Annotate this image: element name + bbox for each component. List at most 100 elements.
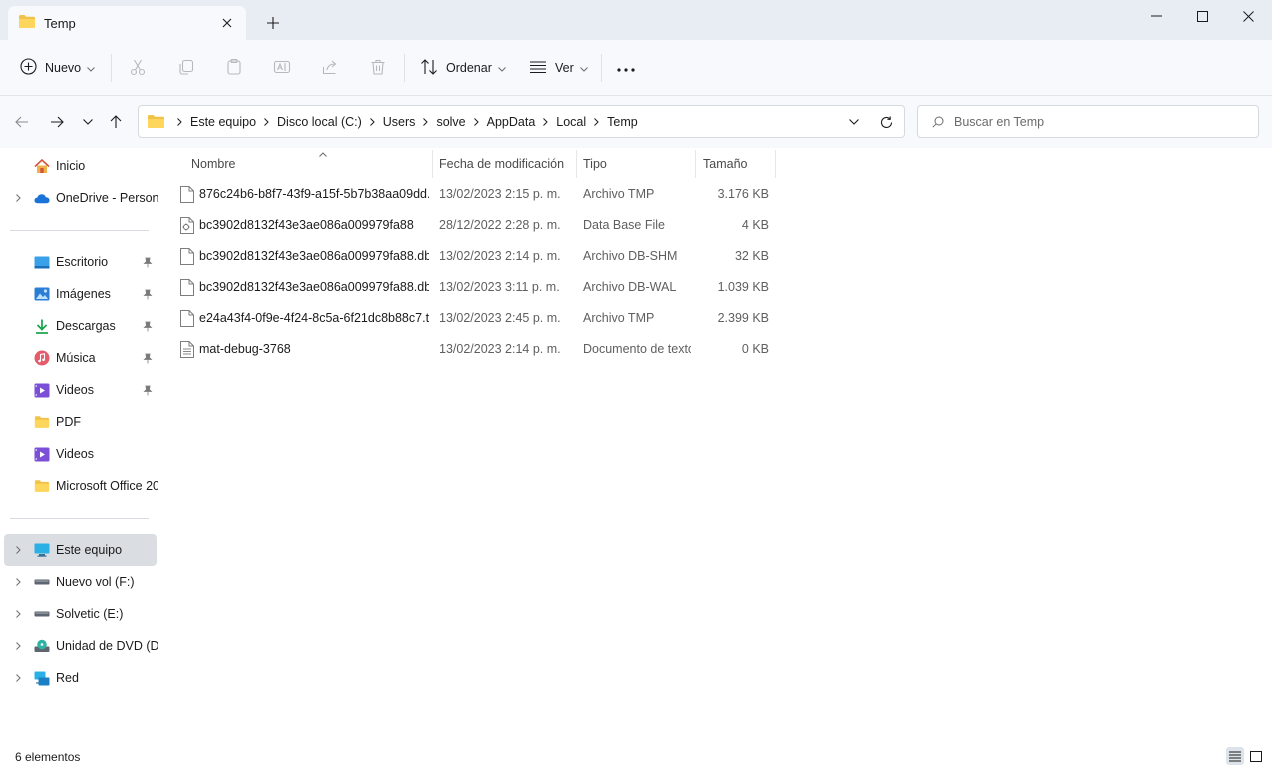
delete-button[interactable] — [369, 53, 387, 83]
minimize-icon[interactable] — [1133, 0, 1179, 32]
dvd-icon — [34, 638, 50, 654]
pin-icon[interactable] — [141, 255, 155, 269]
sidebar-item-musica[interactable]: Música — [4, 342, 157, 374]
sidebar-item-dvd[interactable]: Unidad de DVD (D:) — [4, 630, 158, 662]
sidebar-item-onedrive[interactable]: OneDrive - Personal — [4, 182, 158, 214]
chevron-down-icon — [579, 61, 588, 75]
table-row[interactable]: bc3902d8132f43e3ae086a009979fa88 28/12/2… — [176, 210, 776, 241]
file-date: 13/02/2023 2:15 p. m. — [439, 187, 561, 201]
column-header-date-label: Fecha de modificación — [439, 157, 565, 171]
sidebar-item-escritorio[interactable]: Escritorio — [4, 246, 157, 278]
breadcrumb-este-equipo[interactable]: Este equipo — [190, 115, 256, 129]
view-button[interactable]: Ver — [529, 53, 588, 83]
sidebar-item-microsoft-office[interactable]: Microsoft Office 2019 — [4, 470, 158, 502]
drive-icon — [34, 574, 50, 590]
column-divider[interactable] — [775, 150, 776, 178]
sidebar-item-solvetic[interactable]: Solvetic (E:) — [4, 598, 157, 630]
sidebar-item-descargas[interactable]: Descargas — [4, 310, 157, 342]
table-row[interactable]: e24a43f4-0f9e-4f24-8c5a-6f21dc8b88c7.t..… — [176, 303, 776, 334]
search-box[interactable] — [917, 105, 1259, 138]
sidebar-item-inicio[interactable]: Inicio — [4, 150, 157, 182]
close-tab-icon[interactable] — [218, 14, 236, 32]
column-divider[interactable] — [432, 150, 433, 178]
cut-button[interactable] — [129, 53, 147, 83]
chevron-right-icon — [423, 117, 429, 126]
refresh-icon[interactable] — [876, 112, 896, 132]
sidebar-item-nuevo-vol[interactable]: Nuevo vol (F:) — [4, 566, 157, 598]
paste-button[interactable] — [225, 53, 243, 83]
pin-icon[interactable] — [141, 383, 155, 397]
sidebar-item-imagenes[interactable]: Imágenes — [4, 278, 157, 310]
address-history-chevron-icon[interactable] — [844, 112, 864, 132]
file-type: Documento de texto — [583, 342, 691, 356]
sidebar-item-label: Inicio — [56, 159, 86, 173]
sidebar-item-pdf[interactable]: PDF — [4, 406, 157, 438]
file-size: 3.176 KB — [717, 187, 769, 201]
breadcrumb-solve[interactable]: solve — [436, 115, 465, 129]
file-name: bc3902d8132f43e3ae086a009979fa88.db-... — [199, 280, 429, 294]
music-icon — [34, 350, 50, 366]
sidebar-item-este-equipo[interactable]: Este equipo — [4, 534, 157, 566]
chevron-right-icon[interactable] — [12, 192, 24, 204]
table-row[interactable]: 876c24b6-b8f7-43f9-a15f-5b7b38aa09dd....… — [176, 179, 776, 210]
file-size: 32 KB — [734, 249, 769, 263]
chevron-right-icon[interactable] — [12, 576, 24, 588]
back-arrow-icon[interactable] — [10, 110, 34, 134]
table-row[interactable]: bc3902d8132f43e3ae086a009979fa88.db-... … — [176, 272, 776, 303]
file-name: 876c24b6-b8f7-43f9-a15f-5b7b38aa09dd.... — [199, 187, 429, 201]
chevron-right-icon[interactable] — [12, 608, 24, 620]
scissors-icon — [129, 58, 147, 79]
sidebar-item-label: Unidad de DVD (D:) — [56, 639, 158, 653]
new-button[interactable]: Nuevo — [20, 53, 95, 83]
sidebar-divider — [10, 518, 149, 519]
column-header-date[interactable]: Fecha de modificación — [439, 150, 575, 178]
item-count: 6 elementos — [15, 750, 81, 764]
pin-icon[interactable] — [141, 351, 155, 365]
forward-arrow-icon[interactable] — [45, 110, 69, 134]
table-row[interactable]: mat-debug-3768 13/02/2023 2:14 p. m. Doc… — [176, 334, 776, 365]
column-divider[interactable] — [695, 150, 696, 178]
pin-icon[interactable] — [141, 319, 155, 333]
computer-icon — [34, 542, 50, 558]
close-icon[interactable] — [1225, 0, 1271, 32]
breadcrumb-users[interactable]: Users — [383, 115, 416, 129]
tab-temp[interactable]: Temp — [8, 6, 246, 40]
address-row: Este equipo Disco local (C:) Users solve… — [0, 96, 1272, 148]
recent-locations-icon[interactable] — [76, 110, 100, 134]
more-options-button[interactable] — [617, 53, 635, 83]
plus-icon[interactable] — [262, 12, 284, 34]
breadcrumb-appdata[interactable]: AppData — [487, 115, 536, 129]
chevron-right-icon[interactable] — [12, 640, 24, 652]
rename-button[interactable] — [273, 53, 291, 83]
tab-title: Temp — [44, 15, 76, 31]
share-button[interactable] — [321, 53, 339, 83]
sidebar-item-videos[interactable]: Videos — [4, 374, 157, 406]
title-bar: Temp — [0, 0, 1272, 40]
large-icons-view-icon[interactable] — [1247, 747, 1265, 765]
breadcrumb-local[interactable]: Local — [556, 115, 586, 129]
sidebar-item-red[interactable]: Red — [4, 662, 157, 694]
pin-icon[interactable] — [141, 287, 155, 301]
column-header-name[interactable]: Nombre — [191, 150, 431, 178]
column-header-size[interactable]: Tamaño — [703, 150, 773, 178]
address-bar[interactable]: Este equipo Disco local (C:) Users solve… — [138, 105, 905, 138]
sidebar-item-label: Videos — [56, 447, 94, 461]
sidebar-item-label: Solvetic (E:) — [56, 607, 124, 621]
table-row[interactable]: bc3902d8132f43e3ae086a009979fa88.db-s...… — [176, 241, 776, 272]
chevron-right-icon[interactable] — [12, 672, 24, 684]
sidebar-item-videos-2[interactable]: Videos — [4, 438, 157, 470]
up-arrow-icon[interactable] — [104, 110, 128, 134]
breadcrumb-temp[interactable]: Temp — [607, 115, 638, 129]
details-view-icon[interactable] — [1226, 747, 1244, 765]
chevron-right-icon[interactable] — [12, 544, 24, 556]
chevron-right-icon — [594, 117, 599, 126]
sort-button[interactable]: Ordenar — [420, 53, 506, 83]
search-input[interactable] — [954, 114, 1234, 129]
column-divider[interactable] — [576, 150, 577, 178]
copy-button[interactable] — [177, 53, 195, 83]
file-name: e24a43f4-0f9e-4f24-8c5a-6f21dc8b88c7.t..… — [199, 311, 429, 325]
breadcrumb-disco-local[interactable]: Disco local (C:) — [277, 115, 362, 129]
column-header-type[interactable]: Tipo — [583, 150, 693, 178]
sort-label: Ordenar — [446, 61, 492, 75]
maximize-icon[interactable] — [1179, 0, 1225, 32]
